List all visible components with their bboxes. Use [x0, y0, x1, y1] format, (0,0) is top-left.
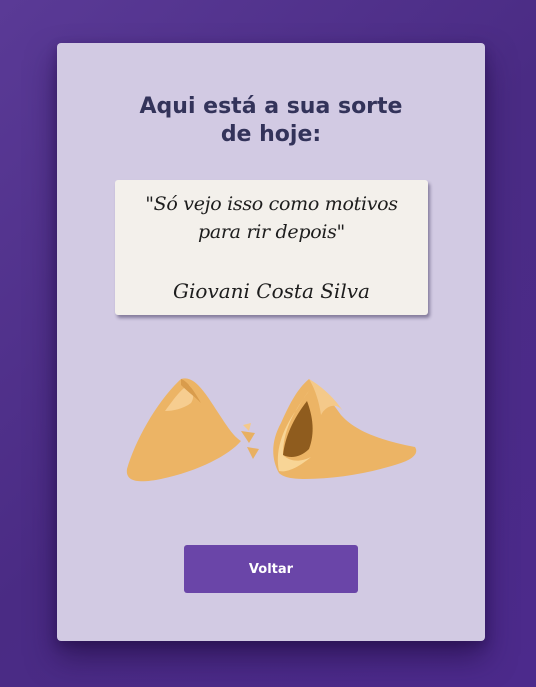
page-title-line-1: Aqui está a sua sorte [139, 94, 403, 119]
page-title: Aqui está a sua sorte de hoje: [57, 93, 485, 149]
cookie-crumb-1 [241, 431, 255, 443]
fortune-message-box: "Só vejo isso como motivos para rir depo… [115, 180, 428, 315]
cookie-crumb-3 [243, 423, 251, 431]
back-button[interactable]: Voltar [184, 545, 358, 593]
page-title-line-2: de hoje: [220, 122, 322, 147]
cookie-crumb-2 [247, 447, 259, 459]
fortune-cookie-icon [126, 378, 417, 482]
fortune-card: Aqui está a sua sorte de hoje: "Só vejo … [57, 43, 485, 641]
fortune-quote: "Só vejo isso como motivos para rir depo… [145, 193, 398, 243]
fortune-author: Giovani Costa Silva [173, 279, 370, 303]
